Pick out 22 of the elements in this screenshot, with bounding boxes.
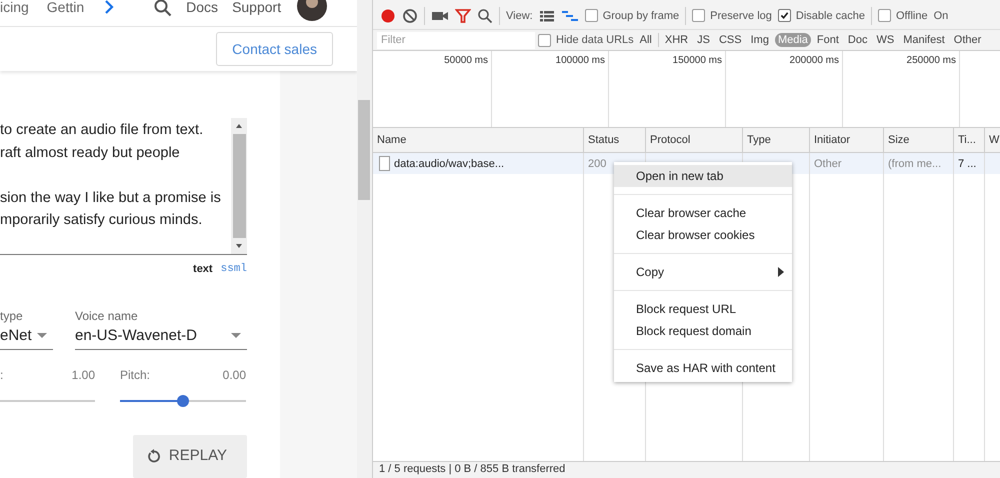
timeline-tick-label: 50000 ms bbox=[444, 55, 488, 66]
table-cell: Other bbox=[814, 158, 842, 170]
editor-text-line: raft almost ready but people bbox=[0, 144, 180, 161]
slider-label: Pitch: bbox=[120, 368, 150, 382]
field-label: Voice name bbox=[75, 309, 139, 323]
timeline-tick-label: 150000 ms bbox=[672, 55, 722, 66]
slider-reading: 1.00 bbox=[72, 368, 95, 382]
status-text: 1 / 5 requests | 0 B / 855 B transferred bbox=[379, 463, 566, 475]
table-cell: 7 ... bbox=[958, 158, 976, 170]
table-cell: data:audio/wav;base... bbox=[394, 158, 504, 170]
timeline-tick-label: 200000 ms bbox=[790, 55, 839, 66]
timeline-tick-label: 250000 ms bbox=[906, 55, 956, 66]
table-cell: 200 bbox=[588, 158, 606, 170]
slider-reading: 0.00 bbox=[222, 368, 246, 382]
field-label: type bbox=[0, 309, 24, 323]
editor-text-line: to create an audio file from text. bbox=[0, 122, 204, 138]
editor-text-line: sion the way I like but a promise is bbox=[0, 190, 221, 206]
timeline-tick-label: 100000 ms bbox=[556, 55, 605, 66]
slider-label: : bbox=[0, 368, 4, 382]
editor-text-line: mporarily satisfy curious minds. bbox=[0, 212, 202, 228]
table-cell: (from me... bbox=[888, 158, 942, 170]
view-label: View: bbox=[506, 10, 533, 22]
